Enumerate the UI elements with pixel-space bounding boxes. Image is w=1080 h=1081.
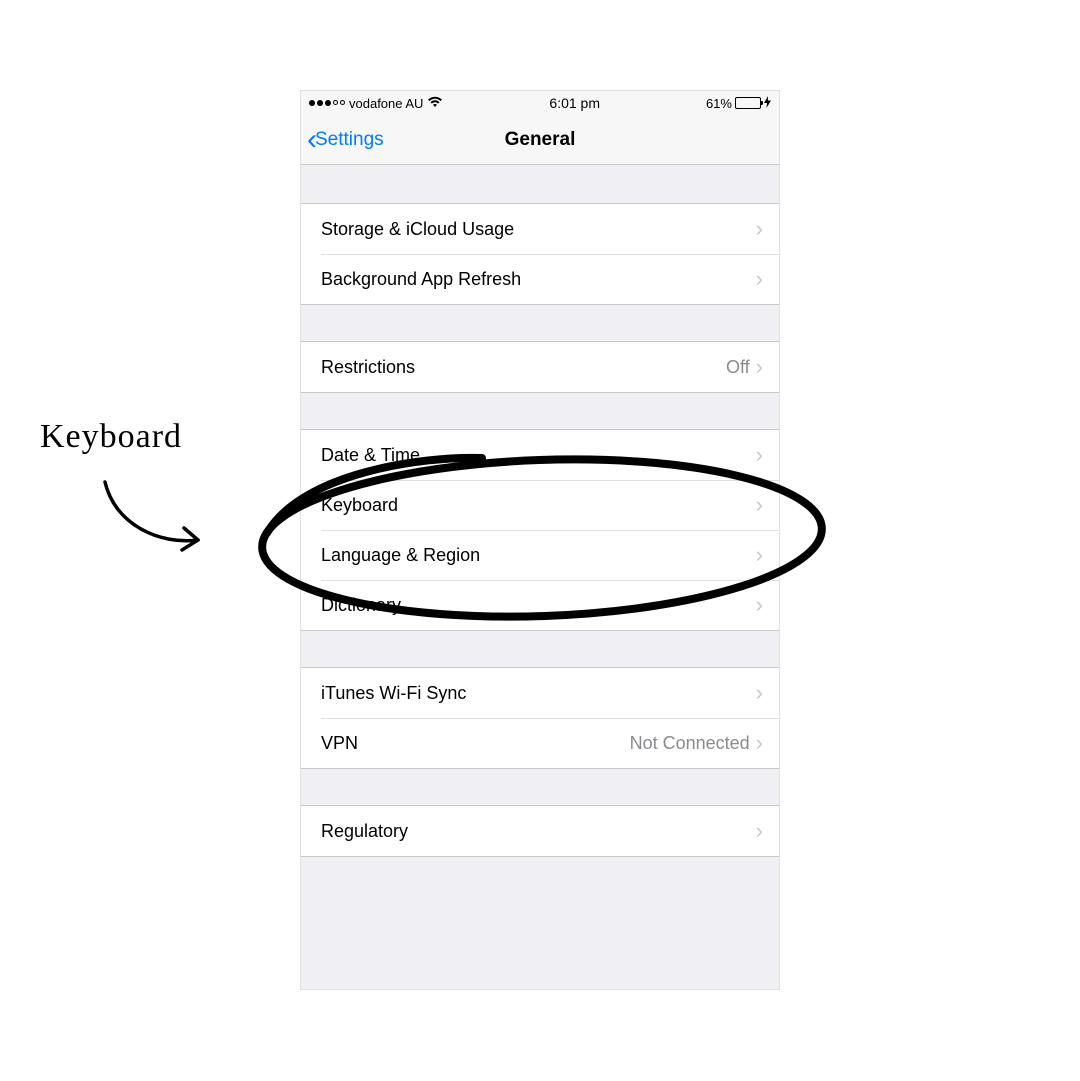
row-label: iTunes Wi-Fi Sync [321,683,756,704]
chevron-right-icon: › [756,494,763,516]
row-value: Not Connected [630,733,750,754]
chevron-right-icon: › [756,820,763,842]
row-dictionary[interactable]: Dictionary › [301,580,779,630]
row-date-time[interactable]: Date & Time › [301,430,779,480]
back-button[interactable]: ‹ Settings [307,115,384,164]
group-spacer [301,393,779,429]
chevron-right-icon: › [756,356,763,378]
row-label: Storage & iCloud Usage [321,219,756,240]
charging-bolt-icon [764,96,771,111]
wifi-icon [427,96,443,110]
annotation-arrow-icon [90,470,230,570]
battery-percent-label: 61% [706,96,732,111]
row-label: VPN [321,733,630,754]
row-label: Language & Region [321,545,756,566]
chevron-right-icon: › [756,732,763,754]
row-label: Keyboard [321,495,756,516]
settings-group-storage: Storage & iCloud Usage › Background App … [301,203,779,305]
row-label: Restrictions [321,357,726,378]
settings-group-network: iTunes Wi-Fi Sync › VPN Not Connected › [301,667,779,769]
row-label: Dictionary [321,595,756,616]
settings-group-locale: Date & Time › Keyboard › Language & Regi… [301,429,779,631]
row-label: Date & Time [321,445,756,466]
row-keyboard[interactable]: Keyboard › [301,480,779,530]
row-label: Regulatory [321,821,756,842]
clock-label: 6:01 pm [549,95,600,111]
group-spacer [301,631,779,667]
ios-settings-general-screen: vodafone AU 6:01 pm 61% ‹ Settings Gener… [300,90,780,990]
chevron-right-icon: › [756,268,763,290]
settings-group-restrictions: Restrictions Off › [301,341,779,393]
row-language-region[interactable]: Language & Region › [301,530,779,580]
group-spacer [301,165,779,203]
carrier-label: vodafone AU [349,96,423,111]
row-value: Off [726,357,750,378]
nav-bar: ‹ Settings General [301,115,779,165]
back-label: Settings [315,129,384,151]
row-restrictions[interactable]: Restrictions Off › [301,342,779,392]
group-spacer [301,857,779,895]
row-background-app-refresh[interactable]: Background App Refresh › [301,254,779,304]
signal-strength-icon [309,100,345,106]
page-title: General [505,129,576,151]
chevron-right-icon: › [756,218,763,240]
group-spacer [301,769,779,805]
row-itunes-wifi-sync[interactable]: iTunes Wi-Fi Sync › [301,668,779,718]
row-regulatory[interactable]: Regulatory › [301,806,779,856]
chevron-right-icon: › [756,444,763,466]
status-right: 61% [706,96,771,111]
chevron-right-icon: › [756,682,763,704]
chevron-right-icon: › [756,594,763,616]
status-bar: vodafone AU 6:01 pm 61% [301,91,779,115]
row-label: Background App Refresh [321,269,756,290]
group-spacer [301,305,779,341]
chevron-right-icon: › [756,544,763,566]
annotation-label: Keyboard [40,418,182,456]
status-left: vodafone AU [309,96,443,111]
row-storage-icloud-usage[interactable]: Storage & iCloud Usage › [301,204,779,254]
battery-icon [735,97,761,109]
row-vpn[interactable]: VPN Not Connected › [301,718,779,768]
settings-group-regulatory: Regulatory › [301,805,779,857]
